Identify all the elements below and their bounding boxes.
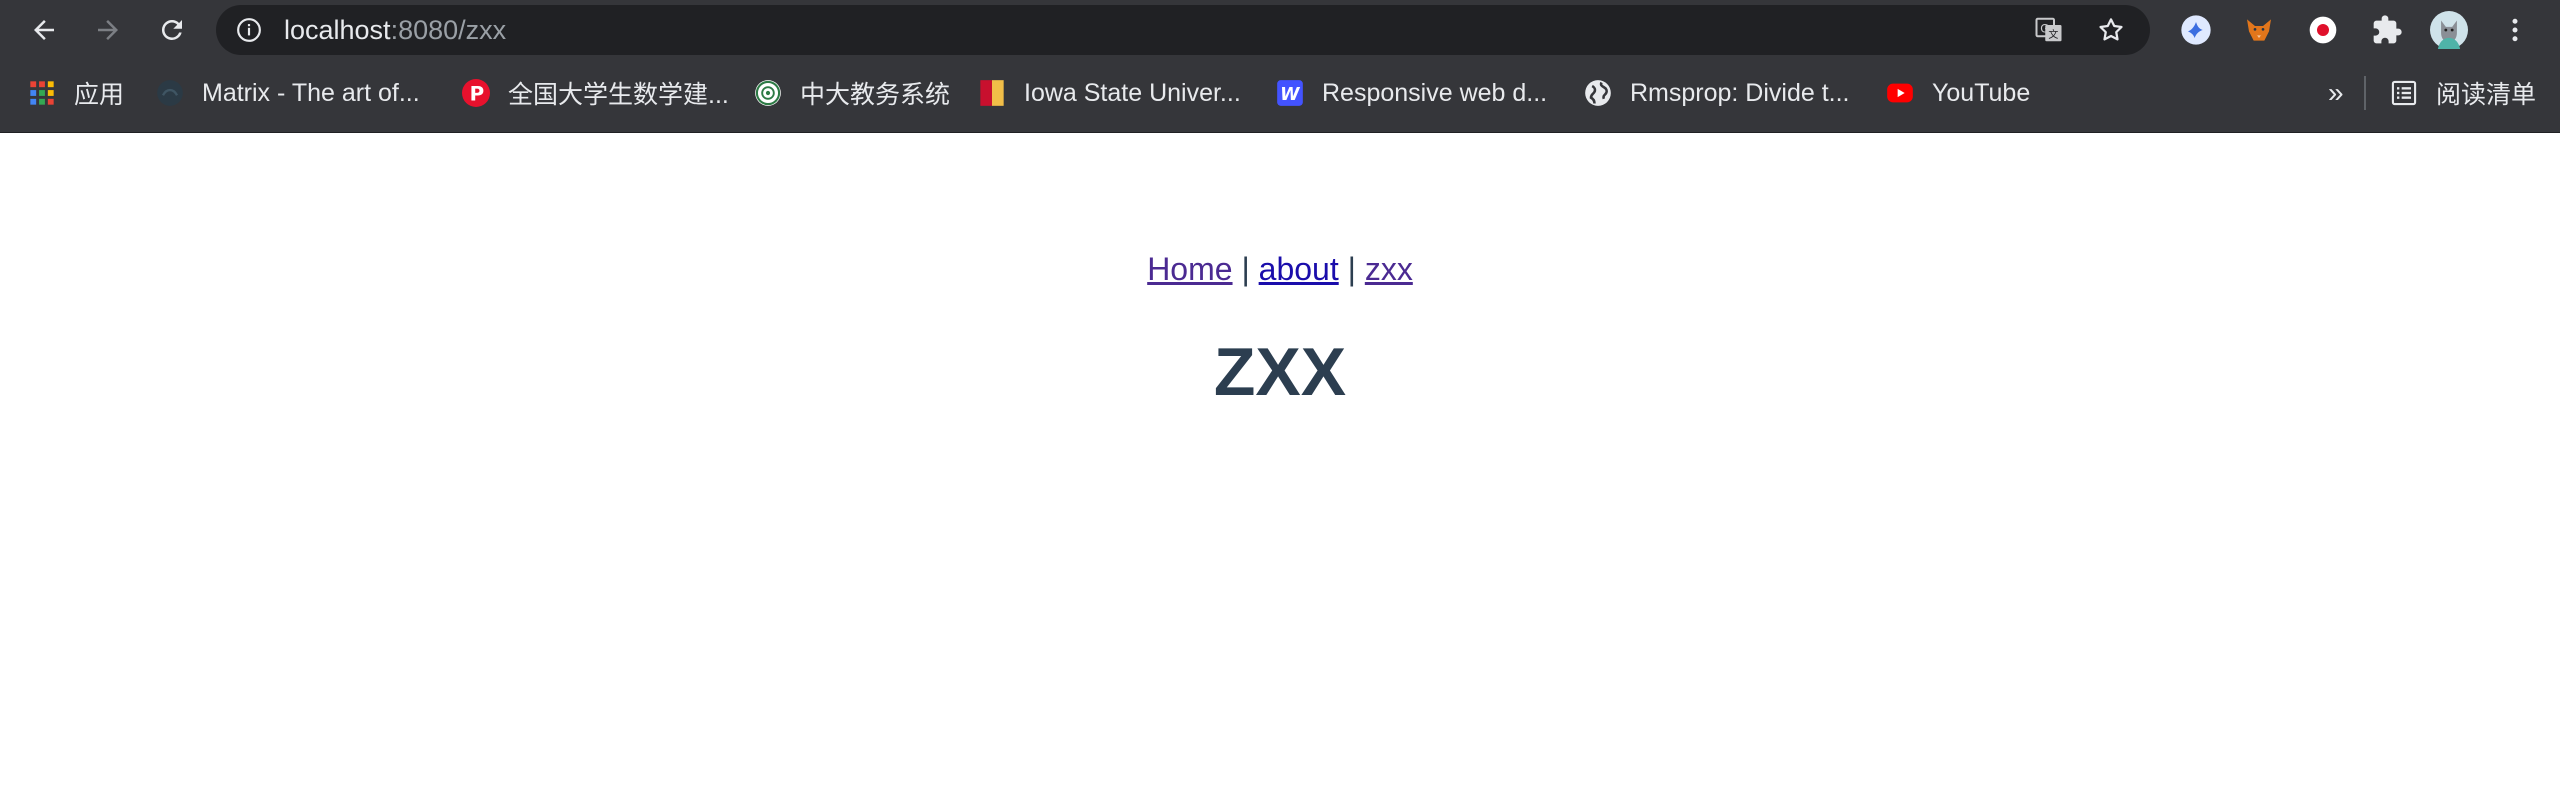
browser-toolbar: localhost:8080/zxx G文 [0,0,2560,60]
bookmark-label: Iowa State Univer... [1024,78,1241,107]
extension-bird-icon[interactable] [2177,11,2215,49]
address-bar[interactable]: localhost:8080/zxx G文 [216,5,2150,55]
arrow-left-icon [34,20,54,40]
forward-button[interactable] [88,10,128,50]
profile-avatar[interactable] [2430,11,2468,49]
bookmarks-overflow-button[interactable]: » [2328,60,2344,126]
matrix-logo-icon [157,80,183,106]
p-logo-icon: P [462,79,490,107]
bookmark-label: 应用 [74,81,125,109]
nav-separator: | [1347,251,1356,287]
arrow-right-icon [98,20,118,40]
translate-icon[interactable]: G文 [2034,15,2064,45]
bookmark-matrix[interactable]: Matrix - The art of... [156,60,420,126]
bookmark-label: Rmsprop: Divide t... [1630,78,1850,107]
nav-separator: | [1241,251,1250,287]
overflow-chevron-icon: » [2328,77,2344,108]
page-title: ZXX [1213,334,1347,410]
bookmark-label: Responsive web d... [1322,78,1548,107]
svg-text:W: W [1280,85,1300,105]
bookmark-responsive-web[interactable]: W Responsive web d... [1276,60,1547,126]
reload-icon [161,19,182,40]
bookmark-label: 全国大学生数学建... [508,81,729,109]
bookmark-label: 中大教务系统 [800,81,951,109]
url-host: localhost [284,15,391,45]
reload-button[interactable] [152,10,192,50]
url-path: :8080/zxx [390,15,507,45]
w-logo-icon: W [1277,80,1303,106]
bookmark-math-modeling[interactable]: P 全国大学生数学建... [462,60,729,126]
puzzle-icon[interactable] [2368,11,2406,49]
nav-link-about[interactable]: about [1259,251,1339,287]
more-menu-icon[interactable] [2496,11,2534,49]
back-button[interactable] [24,10,64,50]
url-text[interactable]: localhost:8080/zxx [284,5,506,55]
svg-text:文: 文 [2048,28,2058,41]
bookmarks-bar: 应用 Matrix - The art of... P 全国大学生数学建... … [0,60,2560,133]
bookmark-iowa-state[interactable]: Iowa State Univer... [978,60,1241,126]
apps-grid-icon [30,81,54,105]
page-nav: Home | about | zxx [0,251,2560,288]
bookmark-youtube[interactable]: YouTube [1886,60,2030,126]
bookmarks-divider [2364,60,2366,126]
globe-icon [1585,80,1611,106]
extension-fox-icon[interactable] [2240,11,2278,49]
reading-list-icon [2391,80,2417,106]
bookmark-label: YouTube [1932,78,2031,107]
info-icon[interactable] [236,17,262,43]
youtube-icon [1887,83,1913,103]
reading-list-button[interactable]: 阅读清单 [2390,60,2536,126]
reading-list-label: 阅读清单 [2436,81,2537,109]
bookmark-rmsprop[interactable]: Rmsprop: Divide t... [1584,60,1850,126]
star-icon[interactable] [2096,15,2126,45]
university-seal-icon [755,80,781,106]
nav-link-home[interactable]: Home [1147,251,1232,287]
svg-text:P: P [470,83,485,106]
extension-record-icon[interactable] [2304,11,2342,49]
iowa-state-logo-icon [980,80,1004,106]
bookmark-label: Matrix - The art of... [202,78,420,107]
bookmark-apps[interactable]: 应用 [28,60,124,126]
nav-link-zxx[interactable]: zxx [1365,251,1413,287]
bookmark-sysu-academic[interactable]: 中大教务系统 [754,60,950,126]
page-content: Home | about | zxx ZXX [0,133,2560,794]
